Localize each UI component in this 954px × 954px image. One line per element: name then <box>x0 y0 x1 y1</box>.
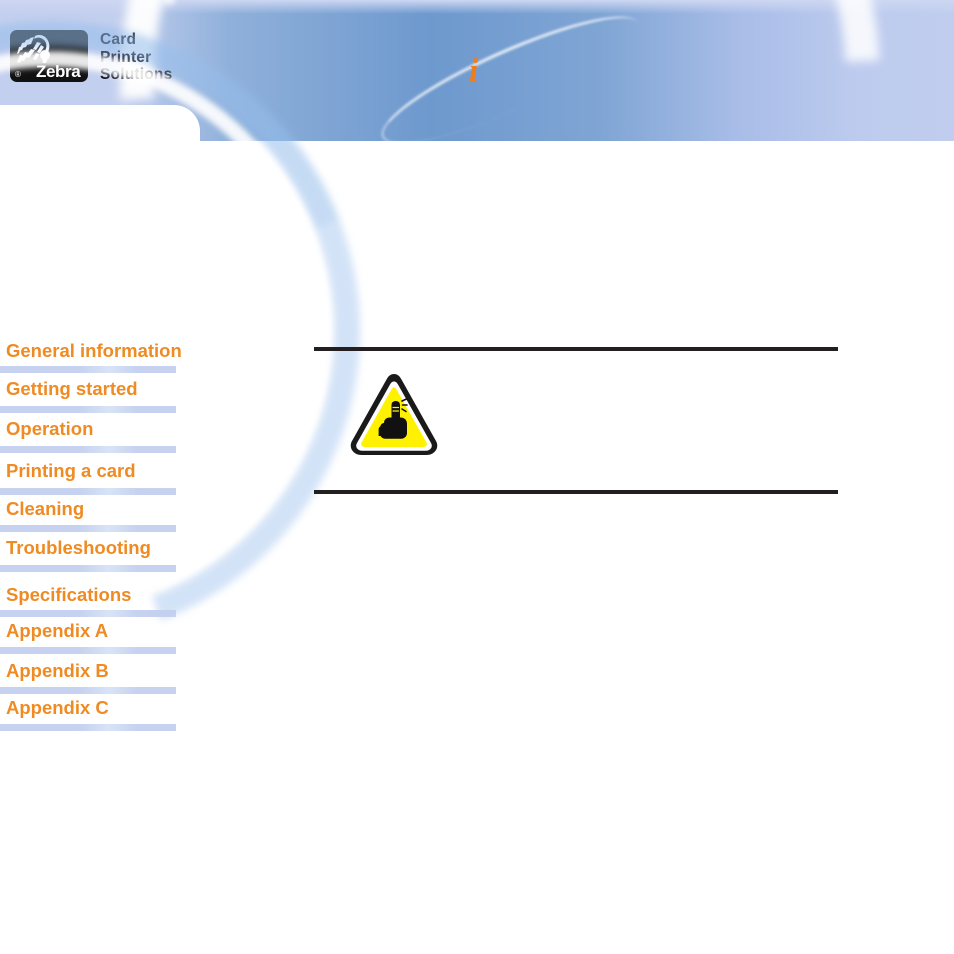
information-icon: i <box>469 53 479 89</box>
zebra-wordmark: Zebra <box>36 62 81 81</box>
brand-line-card: Card <box>100 31 137 48</box>
page-header: ® Zebra Card Printer Solutions i <box>0 0 954 141</box>
sidebar-item-divider <box>0 647 176 654</box>
sidebar-item-label: Appendix C <box>6 697 109 718</box>
brand-line-solutions: Solutions <box>100 66 173 83</box>
sidebar-item-label: Specifications <box>6 584 132 605</box>
sidebar-item-divider <box>0 366 176 373</box>
caution-hand-warning-icon <box>348 371 440 459</box>
sidebar-item-label: Getting started <box>6 378 138 399</box>
brand-line-printer: Printer <box>100 48 152 66</box>
sidebar-item-label: Operation <box>6 418 94 439</box>
sidebar-item-label: Appendix A <box>6 620 109 641</box>
sidebar-item-divider <box>0 525 176 532</box>
sidebar-item-divider <box>0 406 176 413</box>
sidebar-item-label: Printing a card <box>6 460 136 481</box>
sidebar-item-divider <box>0 687 176 694</box>
callout-top-rule <box>314 347 838 351</box>
sidebar-item-label: Appendix B <box>6 660 109 681</box>
zebra-logo[interactable]: ® Zebra <box>10 30 88 82</box>
sidebar-item-divider <box>0 724 176 731</box>
sidebar-item-divider <box>0 446 176 453</box>
callout-bottom-rule <box>314 490 838 494</box>
sidebar-item-divider <box>0 565 176 572</box>
sidebar-item-label: General information <box>6 340 182 361</box>
sidebar-item-divider <box>0 610 176 617</box>
header-top-highlight <box>0 0 954 14</box>
brand-tagline: Card Printer Solutions <box>100 31 172 84</box>
registered-trademark-mark: ® <box>15 70 21 79</box>
sidebar-item-label: Cleaning <box>6 498 85 519</box>
sidebar-navigation: General information Getting started Operat… <box>0 0 460 954</box>
sidebar-item-divider <box>0 488 176 495</box>
sidebar-item-label: Troubleshooting <box>6 537 151 558</box>
